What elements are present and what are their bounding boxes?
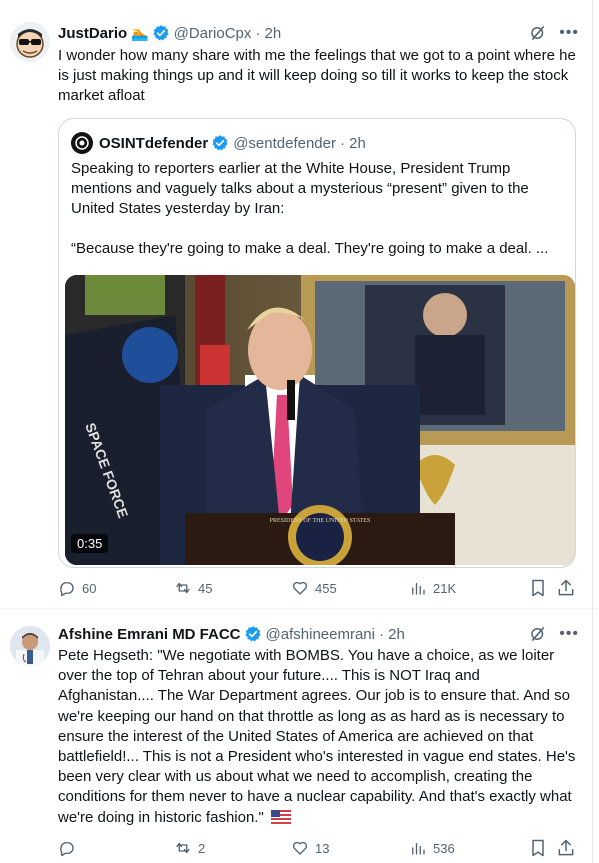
bookmark-icon[interactable] — [528, 838, 548, 858]
like-count: 455 — [315, 580, 337, 596]
verified-icon — [244, 626, 261, 642]
repost-count: 45 — [198, 580, 213, 596]
bookmark-icon[interactable] — [528, 578, 548, 598]
author-handle[interactable]: @afshineemrani — [266, 626, 375, 643]
view-count: 536 — [433, 840, 455, 856]
view-count: 21K — [433, 580, 457, 596]
more-icon[interactable]: ••• — [559, 24, 579, 42]
post-time[interactable]: · 2h — [379, 626, 405, 643]
quote-paragraph: “Because they're going to make a deal. T… — [71, 240, 549, 257]
avatar-icon — [10, 626, 50, 666]
repost-icon — [176, 842, 190, 854]
views-icon — [412, 582, 425, 595]
name-emoji: 🏊 — [131, 24, 149, 41]
quote-paragraph: Speaking to reporters earlier at the Whi… — [71, 160, 529, 217]
us-flag-icon — [270, 809, 291, 824]
author-name[interactable]: JustDario — [58, 25, 127, 42]
tweet-text: I wonder how many share with me the feel… — [58, 47, 576, 104]
tweet-text: Pete Hegseth: "We negotiate with BOMBS. … — [58, 646, 577, 828]
divider — [0, 608, 599, 609]
quote-author-handle[interactable]: @sentdefender — [233, 135, 336, 152]
repost-button[interactable]: 2 — [174, 838, 205, 858]
post-time[interactable]: · 2h — [255, 25, 281, 42]
tweet-afshine[interactable]: Afshine Emrani MD FACC @afshineemrani · … — [0, 608, 599, 863]
verified-icon — [153, 25, 169, 41]
tweet-actions: 60 45 455 21K — [58, 578, 583, 598]
tweet-text-content: Pete Hegseth: "We negotiate with BOMBS. … — [58, 647, 576, 826]
like-button[interactable]: 13 — [291, 838, 329, 858]
osint-logo-icon — [75, 136, 89, 150]
avatar[interactable] — [10, 22, 50, 62]
repost-icon — [176, 582, 190, 594]
reply-button[interactable]: 60 — [58, 578, 96, 598]
quoted-tweet[interactable]: OSINTdefender @sentdefender · 2h Speakin… — [58, 118, 576, 568]
avatar-icon — [10, 22, 50, 62]
like-icon — [292, 581, 308, 595]
repost-count: 2 — [198, 840, 206, 856]
quote-text: Speaking to reporters earlier at the Whi… — [71, 159, 561, 259]
quote-avatar[interactable] — [71, 132, 93, 154]
like-count: 13 — [315, 840, 330, 856]
tweet-justdario[interactable]: JustDario 🏊 @DarioCpx · 2h ••• I wonder … — [0, 0, 599, 608]
like-icon — [292, 841, 308, 855]
reply-icon — [60, 582, 74, 597]
video-duration: 0:35 — [71, 534, 109, 553]
like-button[interactable]: 455 — [291, 578, 337, 598]
tweet-header: Afshine Emrani MD FACC @afshineemrani · … — [58, 623, 579, 645]
avatar[interactable] — [10, 626, 50, 666]
author-handle[interactable]: @DarioCpx — [174, 25, 252, 42]
share-icon[interactable] — [556, 578, 576, 598]
seal-text: PRESIDENT OF THE UNITED STATES — [270, 518, 371, 524]
grok-icon[interactable] — [529, 625, 547, 643]
grok-icon[interactable] — [529, 24, 547, 42]
reply-button[interactable] — [58, 838, 82, 858]
quote-author-name[interactable]: OSINTdefender — [99, 135, 208, 152]
tweet-actions: 2 13 536 — [58, 838, 583, 858]
views-button[interactable]: 21K — [409, 578, 456, 598]
repost-button[interactable]: 45 — [174, 578, 212, 598]
video-thumbnail: SPACE FORCE PRESIDENT OF THE UNITED STAT… — [65, 275, 575, 565]
divider — [592, 608, 593, 863]
more-icon[interactable]: ••• — [559, 625, 579, 643]
verified-icon — [212, 135, 228, 151]
quote-header: OSINTdefender @sentdefender · 2h — [71, 131, 366, 155]
author-name[interactable]: Afshine Emrani MD FACC — [58, 626, 241, 643]
views-button[interactable]: 536 — [409, 838, 455, 858]
divider — [592, 0, 593, 608]
reply-count: 60 — [82, 580, 97, 596]
quote-post-time[interactable]: · 2h — [340, 135, 366, 152]
views-icon — [412, 842, 425, 855]
reply-icon — [60, 842, 74, 857]
tweet-header: JustDario 🏊 @DarioCpx · 2h ••• — [58, 22, 579, 44]
share-icon[interactable] — [556, 838, 576, 858]
video-player[interactable]: SPACE FORCE PRESIDENT OF THE UNITED STAT… — [65, 275, 575, 565]
